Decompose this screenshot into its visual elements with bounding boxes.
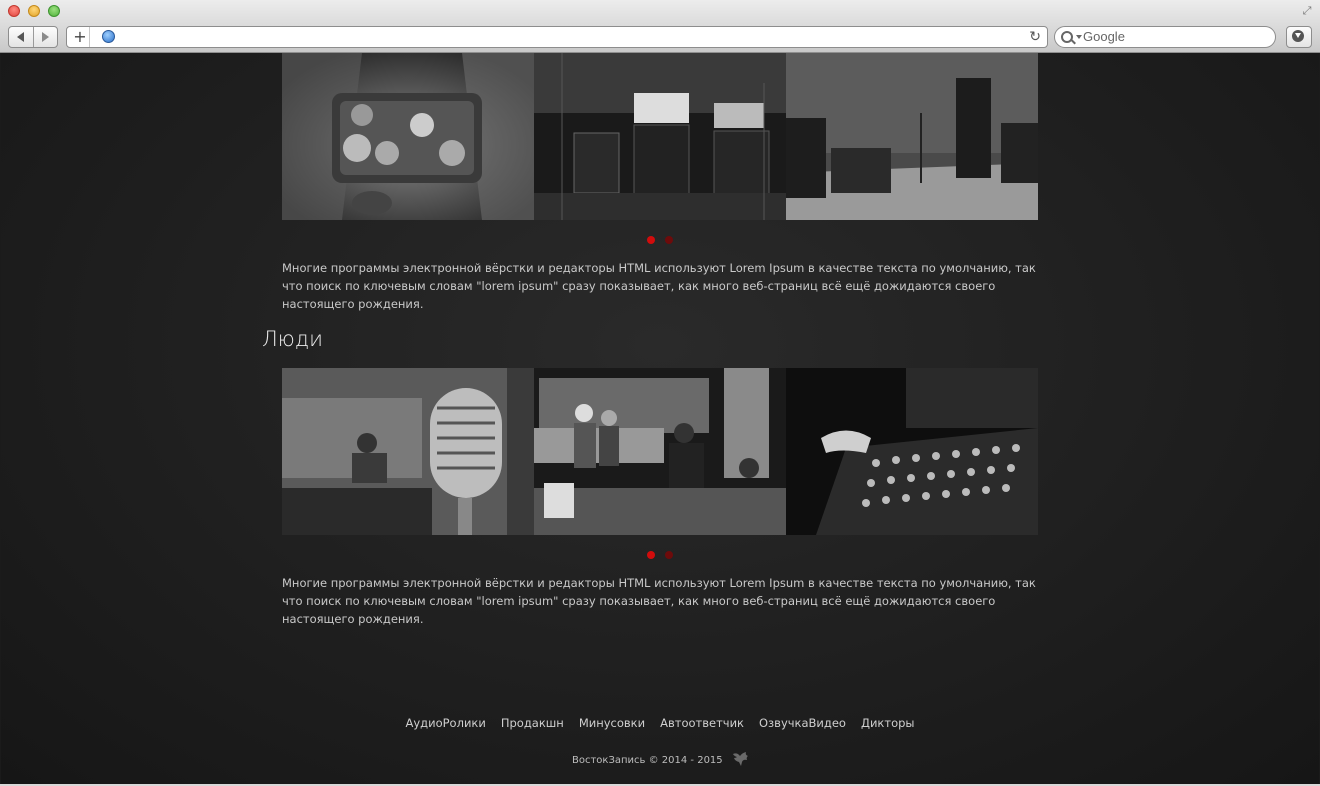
microphone-photo [282,368,534,535]
footer-link-announcers[interactable]: Дикторы [861,716,915,730]
slide-dot-1[interactable] [647,551,655,559]
fullscreen-icon[interactable]: ⤢ [1300,4,1314,18]
footer-link-production[interactable]: Продакшн [501,716,564,730]
rehearsal-room-photo [786,53,1038,220]
gallery-one-pagination [647,236,673,244]
forward-button[interactable] [34,27,58,47]
people-description: Многие программы электронной вёрстки и р… [282,576,1036,626]
add-bookmark-icon[interactable]: + [71,27,90,47]
page-content: Многие программы электронной вёрстки и р… [1,53,1319,784]
forward-arrow-icon [41,32,49,42]
studio-gallery[interactable] [282,53,1038,220]
slide-dot-1[interactable] [647,236,655,244]
reload-icon[interactable]: ↻ [1029,27,1041,47]
minimize-window-button[interactable] [28,5,40,17]
address-bar[interactable]: + ↻ [66,26,1048,48]
zoom-window-button[interactable] [48,5,60,17]
footer-link-audio-clips[interactable]: АудиоРолики [405,716,485,730]
people-gallery-pagination [647,551,673,559]
bird-icon[interactable] [732,751,750,767]
browser-toolbar: + ↻ Google [0,24,1320,53]
nav-button-group [8,26,58,48]
close-window-button[interactable] [8,5,20,17]
copyright-text: ВостокЗапись © 2014 - 2015 [572,755,723,766]
download-icon [1292,30,1304,42]
back-arrow-icon [17,32,25,42]
search-icon [1061,31,1073,43]
people-section-title: Люди [262,327,323,351]
control-room-photo [534,368,786,535]
footer-nav: АудиоРолики Продакшн Минусовки Автоответ… [1,716,1319,730]
title-bar: ⤢ [0,0,1320,24]
downloads-button[interactable] [1286,26,1312,48]
footer-link-video-voiceover[interactable]: ОзвучкаВидео [759,716,846,730]
amplifiers-studio-photo [534,53,786,220]
footer-link-answering-machine[interactable]: Автоответчик [660,716,744,730]
footer-link-backing-tracks[interactable]: Минусовки [579,716,645,730]
tea-ceremony-photo [282,53,534,220]
browser-window: ⤢ + ↻ Google Многие программы электронно… [0,0,1320,786]
mixing-console-photo [786,368,1038,535]
globe-icon [102,30,115,43]
people-gallery[interactable] [282,368,1038,535]
gallery-one-description: Многие программы электронной вёрстки и р… [282,261,1036,311]
search-placeholder: Google [1083,29,1125,44]
slide-dot-2[interactable] [665,236,673,244]
search-field[interactable]: Google [1054,26,1276,48]
slide-dot-2[interactable] [665,551,673,559]
search-dropdown-icon[interactable] [1076,35,1082,39]
back-button[interactable] [9,27,34,47]
